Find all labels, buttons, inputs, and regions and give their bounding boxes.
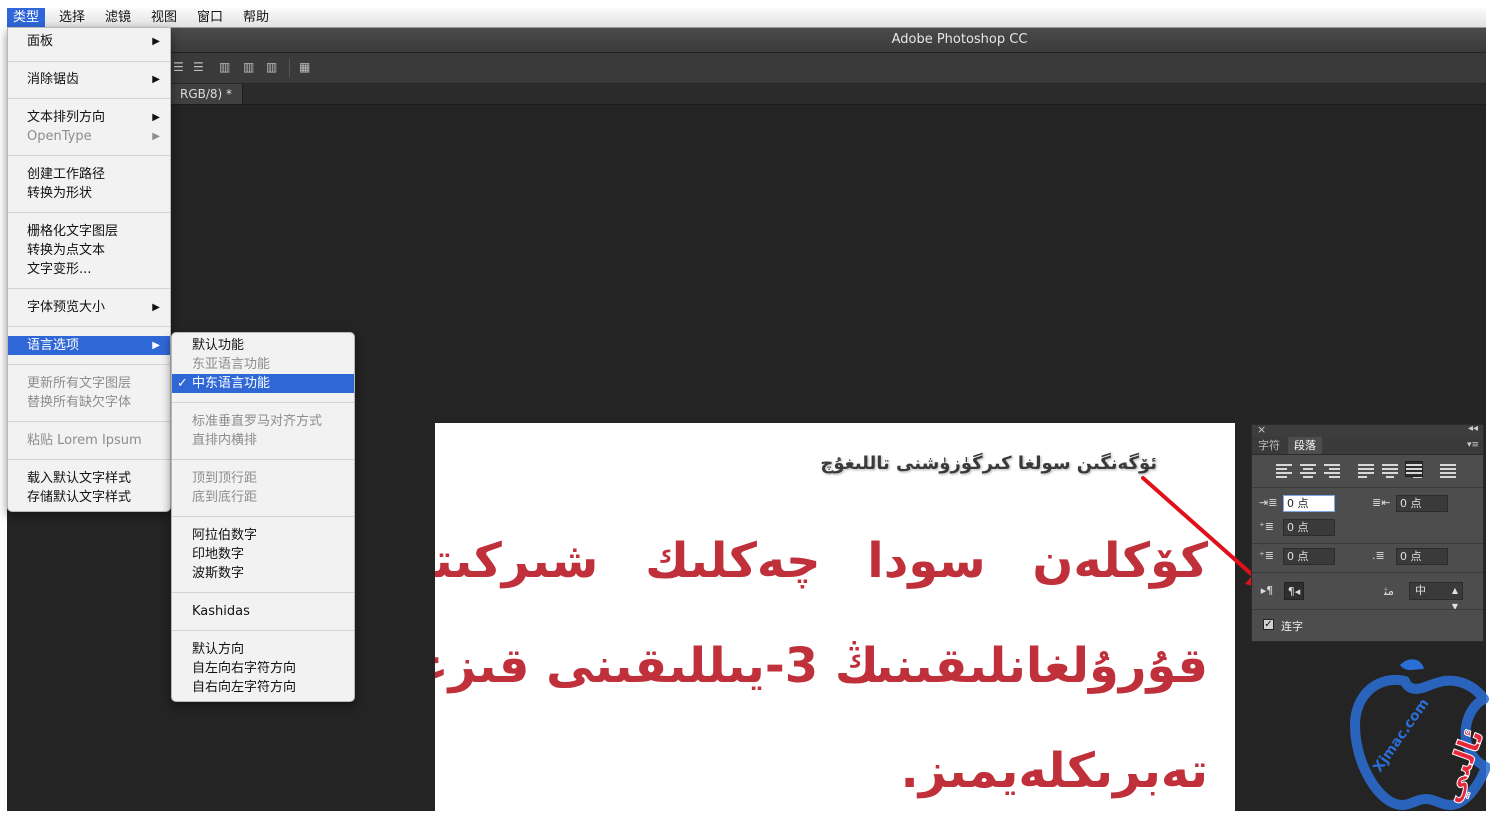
space-before-icon: ⁺≣ [1259, 549, 1275, 562]
space-before-field[interactable]: 0 点 [1283, 548, 1335, 565]
submenu-arrow-icon: ▶ [152, 302, 160, 313]
indent-right-icon: ≣⇤ [1372, 496, 1391, 509]
menu-item-paste-lorem-ipsum: 粘贴 Lorem Ipsum [27, 433, 142, 448]
justify-last-right-button[interactable] [1405, 461, 1423, 478]
menu-separator [172, 459, 354, 460]
menu-item-opentype: OpenType ▶ [27, 129, 160, 144]
panel-divider [1252, 487, 1483, 488]
panel-tabs: 字符 段落 ▾≡ [1252, 437, 1483, 455]
language-options-submenu: 默认功能 东亚语言功能 ✓ 中东语言功能 标准垂直罗马对齐方式 直排内横排 顶到顶… [171, 332, 355, 702]
menu-separator [8, 212, 170, 213]
submenu-item-kashidas[interactable]: Kashidas [172, 602, 354, 621]
submenu-item-east-asian-features: 东亚语言功能 [192, 357, 271, 372]
menu-item-panel[interactable]: 面板 ▶ [8, 32, 170, 51]
submenu-item-top-to-top-leading: 顶到顶行距 [192, 471, 258, 486]
justify-all-button[interactable] [1440, 462, 1456, 478]
menu-item-create-work-path[interactable]: 创建工作路径 [8, 165, 170, 184]
align-left-button[interactable] [1276, 462, 1292, 478]
kashida-icon: ﻣﺜ [1384, 584, 1395, 598]
menu-item-update-all-text-layers: 更新所有文字图层 [27, 376, 132, 391]
panel-divider [1252, 572, 1483, 573]
submenu-item-farsi-digits[interactable]: 波斯数字 [172, 564, 354, 583]
apple-leaf-icon [1400, 659, 1424, 670]
menu-separator [8, 421, 170, 422]
submenu-item-rtl-character-direction[interactable]: 自右向左字符方向 [172, 678, 354, 697]
submenu-item-middle-eastern-features[interactable]: ✓ 中东语言功能 [172, 374, 354, 393]
kashida-select[interactable]: 中 ▲ ▼ [1409, 582, 1463, 611]
watermark-site-text: Xjmac.com [1370, 696, 1432, 775]
checkmark-icon: ✓ [177, 376, 188, 391]
menu-item-convert-to-point-text[interactable]: 转换为点文本 [8, 241, 170, 260]
submenu-item-default-direction[interactable]: 默认方向 [172, 640, 354, 659]
indent-right-field[interactable]: 0 点 [1396, 495, 1448, 512]
menu-item-language-options[interactable]: 语言选项 ▶ [8, 336, 170, 355]
justify-last-left-button[interactable] [1358, 462, 1374, 478]
align-right-button[interactable] [1324, 462, 1340, 478]
indent-first-line-field[interactable]: 0 点 [1283, 519, 1335, 536]
menu-item-load-default-type-styles[interactable]: 载入默认文字样式 [8, 469, 170, 488]
menu-item-save-default-type-styles[interactable]: 存储默认文字样式 [8, 488, 170, 507]
submenu-item-standard-vertical-roman: 标准垂直罗马对齐方式 [192, 414, 323, 429]
menu-separator [172, 516, 354, 517]
menu-item-anti-alias[interactable]: 消除锯齿 ▶ [8, 70, 170, 89]
menu-item-rasterize-type[interactable]: 栅格化文字图层 [8, 222, 170, 241]
type-menu: 面板 ▶ 消除锯齿 ▶ 文本排列方向 ▶ OpenType ▶ 创建工作路径 转换为形状… [7, 27, 171, 512]
panel-divider [1252, 609, 1483, 610]
menu-item-font-preview-size[interactable]: 字体预览大小 ▶ [8, 298, 170, 317]
panel-divider [1252, 543, 1483, 544]
menu-separator [172, 592, 354, 593]
menu-separator [8, 61, 170, 62]
indent-left-field[interactable]: 0 点 [1283, 495, 1335, 512]
submenu-item-tate-chu-yoko: 直排内横排 [192, 433, 258, 448]
close-icon[interactable]: × [1257, 423, 1266, 436]
rtl-direction-button[interactable]: ¶◂ [1284, 582, 1304, 600]
menu-separator [172, 630, 354, 631]
ltr-direction-button[interactable]: ▸¶ [1257, 582, 1277, 600]
submenu-item-hindi-digits[interactable]: 印地数字 [172, 545, 354, 564]
menu-separator [8, 288, 170, 289]
submenu-item-ltr-character-direction[interactable]: 自左向右字符方向 [172, 659, 354, 678]
menu-separator [8, 459, 170, 460]
tab-paragraph[interactable]: 段落 [1288, 437, 1322, 454]
menu-separator [172, 402, 354, 403]
indent-first-line-icon: ⁺≣ [1259, 520, 1275, 533]
submenu-arrow-icon: ▶ [152, 112, 160, 123]
indent-left-icon: ⇥≣ [1259, 496, 1278, 509]
panel-header: × ◂◂ [1252, 423, 1483, 437]
menu-separator [8, 98, 170, 99]
panel-menu-icon[interactable]: ▾≡ [1467, 437, 1479, 454]
menu-separator [8, 326, 170, 327]
submenu-item-default-features[interactable]: 默认功能 [172, 336, 354, 355]
paragraph-panel: × ◂◂ 字符 段落 ▾≡ ⇥≣ 0 点 ≣⇤ 0 点 ⁺≣ 0 点 ⁺≣ 0 … [1251, 423, 1484, 642]
xjmac-watermark-logo: Xjmac.com ئالىي [1350, 659, 1490, 810]
submenu-arrow-icon: ▶ [152, 74, 160, 85]
justify-last-center-button[interactable] [1382, 462, 1398, 478]
collapse-icon[interactable]: ◂◂ [1468, 423, 1478, 434]
submenu-item-bottom-to-bottom-leading: 底到底行距 [192, 490, 258, 505]
submenu-arrow-icon: ▶ [152, 131, 160, 142]
space-after-field[interactable]: 0 点 [1396, 548, 1448, 565]
align-center-button[interactable] [1300, 462, 1316, 478]
menu-item-replace-missing-fonts: 替换所有缺欠字体 [27, 395, 132, 410]
tab-character[interactable]: 字符 [1252, 437, 1286, 454]
space-after-icon: .≣ [1372, 549, 1385, 562]
menu-separator [8, 155, 170, 156]
menu-item-warp-text[interactable]: 文字变形... [8, 260, 170, 279]
hyphenate-checkbox[interactable]: ✓ [1263, 619, 1274, 630]
menu-item-text-orientation[interactable]: 文本排列方向 ▶ [8, 108, 170, 127]
chevron-updown-icon: ▲ ▼ [1451, 586, 1458, 611]
menu-separator [8, 364, 170, 365]
submenu-arrow-icon: ▶ [152, 340, 160, 351]
hyphenate-label: 连字 [1281, 620, 1303, 633]
submenu-arrow-icon: ▶ [152, 36, 160, 47]
menu-item-convert-to-shape[interactable]: 转换为形状 [8, 184, 170, 203]
submenu-item-arabic-digits[interactable]: 阿拉伯数字 [172, 526, 354, 545]
